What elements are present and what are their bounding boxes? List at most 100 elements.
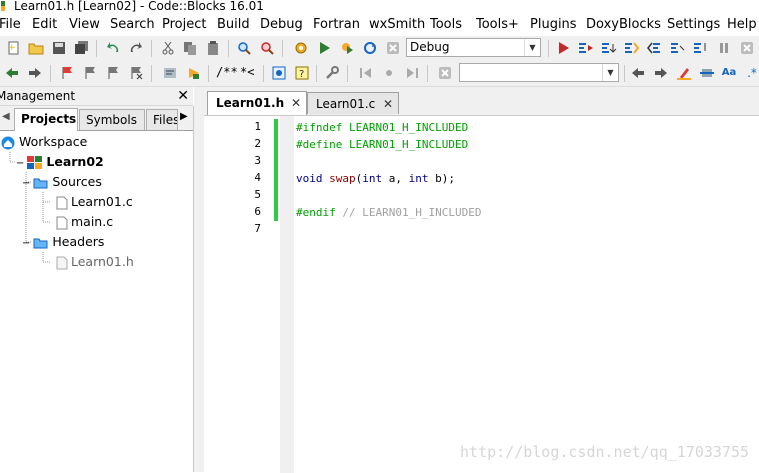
tab-symbols[interactable]: Symbols <box>79 109 145 130</box>
build-and-run-icon[interactable] <box>339 40 355 56</box>
jump-forward-icon[interactable] <box>404 65 420 81</box>
run-icon[interactable] <box>316 40 332 56</box>
bookmark-toggle-icon[interactable] <box>59 65 75 81</box>
menu-help[interactable]: Help <box>727 17 757 32</box>
bookmark-next-icon[interactable] <box>105 65 121 81</box>
debug-start-icon[interactable] <box>555 40 571 56</box>
run-to-cursor-icon[interactable] <box>578 40 594 56</box>
menu-file[interactable]: File <box>0 17 21 32</box>
find-icon[interactable] <box>236 40 252 56</box>
tree-project[interactable]: − Learn02 <box>16 152 104 172</box>
fold-margin[interactable] <box>280 116 294 473</box>
menu-tools[interactable]: Tools <box>430 17 462 32</box>
workspace-icon <box>1 136 15 149</box>
cut-icon[interactable] <box>160 40 176 56</box>
code-line-2: #define LEARN01_H_INCLUDED <box>296 138 469 151</box>
selected-text-only-icon[interactable] <box>699 65 715 81</box>
menu-debug[interactable]: Debug <box>260 17 303 32</box>
menu-wxsmith[interactable]: wxSmith <box>369 17 425 32</box>
header-file-label: Learn01.h <box>71 254 134 269</box>
close-icon[interactable]: ✕ <box>177 87 189 105</box>
search-previous-icon[interactable] <box>630 65 646 81</box>
tree-file-learn01-c[interactable]: Learn01.c <box>56 192 133 212</box>
doxy-block-comment-button[interactable]: /** <box>216 65 238 79</box>
menu-project[interactable]: Project <box>162 17 206 32</box>
chm-help-icon[interactable]: ? <box>294 65 310 81</box>
wrench-icon[interactable] <box>324 65 340 81</box>
build-gear-icon[interactable] <box>293 40 309 56</box>
tree-folder-headers[interactable]: − Headers <box>22 232 104 252</box>
panel-tabs: ◀ Projects Symbols Files ▶ <box>0 106 193 131</box>
change-bar <box>274 119 278 221</box>
tab-scroll-right-icon[interactable]: ▶ <box>180 111 188 122</box>
html-docs-icon[interactable] <box>271 65 287 81</box>
doxy-extract-icon[interactable] <box>186 65 202 81</box>
next-instruction-icon[interactable] <box>670 40 686 56</box>
new-file-icon[interactable]: + <box>6 40 22 56</box>
source-file-label: Learn01.c <box>71 194 133 209</box>
next-line-icon[interactable] <box>601 40 617 56</box>
forward-arrow-icon[interactable] <box>27 65 43 81</box>
step-into-icon[interactable] <box>624 40 640 56</box>
tab-files[interactable]: Files <box>146 109 178 130</box>
close-icon[interactable]: ✕ <box>291 92 301 114</box>
toolbar-separator <box>263 65 264 82</box>
undo-icon[interactable] <box>105 40 121 56</box>
paste-icon[interactable] <box>205 40 221 56</box>
code-editor[interactable]: 1 2 3 4 5 6 7 #ifndef LEARN01_H_INCLUDED… <box>204 115 759 473</box>
menu-settings[interactable]: Settings <box>667 17 720 32</box>
step-into-instruction-icon[interactable] <box>693 40 709 56</box>
menu-doxyblocks[interactable]: DoxyBlocks <box>586 17 661 32</box>
back-arrow-icon[interactable] <box>4 65 20 81</box>
menu-build[interactable]: Build <box>217 17 250 32</box>
build-target-select[interactable]: Debug ▼ <box>406 38 541 57</box>
open-icon[interactable] <box>28 40 44 56</box>
menu-tools-plus[interactable]: Tools+ <box>476 17 519 32</box>
abort-icon[interactable] <box>385 40 401 56</box>
save-icon[interactable] <box>51 40 67 56</box>
pause-icon[interactable] <box>716 40 732 56</box>
editor-tab-learn01-c[interactable]: Learn01.c ✕ <box>307 92 399 114</box>
step-out-icon[interactable] <box>647 40 663 56</box>
toolbar-separator <box>282 40 283 57</box>
search-next-icon[interactable] <box>653 65 669 81</box>
rebuild-icon[interactable] <box>362 40 378 56</box>
jump-back-icon[interactable] <box>358 65 374 81</box>
bookmark-clear-icon[interactable] <box>128 65 144 81</box>
doxy-line-comment-button[interactable]: *< <box>240 65 254 79</box>
project-label: Learn02 <box>46 154 104 169</box>
collapse-minus-icon[interactable]: − <box>16 158 24 169</box>
tree-workspace[interactable]: Workspace <box>0 132 87 152</box>
menu-plugins[interactable]: Plugins <box>530 17 577 32</box>
clear-search-icon[interactable] <box>437 65 453 81</box>
doxy-wizard-icon[interactable] <box>162 65 178 81</box>
collapse-minus-icon[interactable]: − <box>22 178 30 189</box>
close-icon[interactable]: ✕ <box>383 93 393 115</box>
menu-view[interactable]: View <box>69 17 100 32</box>
stop-debug-icon[interactable] <box>739 40 755 56</box>
editor-tab-learn01-h[interactable]: Learn01.h ✕ <box>207 91 307 115</box>
tab-scroll-left-icon[interactable]: ◀ <box>2 111 10 122</box>
replace-icon[interactable] <box>259 40 275 56</box>
menu-search[interactable]: Search <box>110 17 155 32</box>
menu-fortran[interactable]: Fortran <box>313 17 360 32</box>
panel-splitter[interactable] <box>194 87 204 472</box>
tree-folder-sources[interactable]: − Sources <box>22 172 102 192</box>
highlight-icon[interactable] <box>676 65 692 81</box>
tree-file-main-c[interactable]: main.c <box>56 212 113 232</box>
menu-edit[interactable]: Edit <box>32 17 57 32</box>
copy-icon[interactable] <box>182 40 198 56</box>
tree-file-learn01-h[interactable]: Learn01.h <box>56 252 134 272</box>
toolbar-separator <box>624 65 625 82</box>
match-case-icon[interactable]: Aa <box>721 65 737 81</box>
jump-home-icon[interactable] <box>381 65 397 81</box>
incremental-search-input[interactable]: ▼ <box>459 63 619 82</box>
codeblocks-app-icon <box>1 1 5 11</box>
collapse-minus-icon[interactable]: − <box>22 238 30 249</box>
save-all-icon[interactable] <box>74 40 90 56</box>
regex-icon[interactable]: .* <box>744 65 759 81</box>
bookmark-previous-icon[interactable] <box>82 65 98 81</box>
management-title: Management <box>0 89 76 103</box>
redo-icon[interactable] <box>128 40 144 56</box>
tab-projects[interactable]: Projects <box>14 108 78 131</box>
